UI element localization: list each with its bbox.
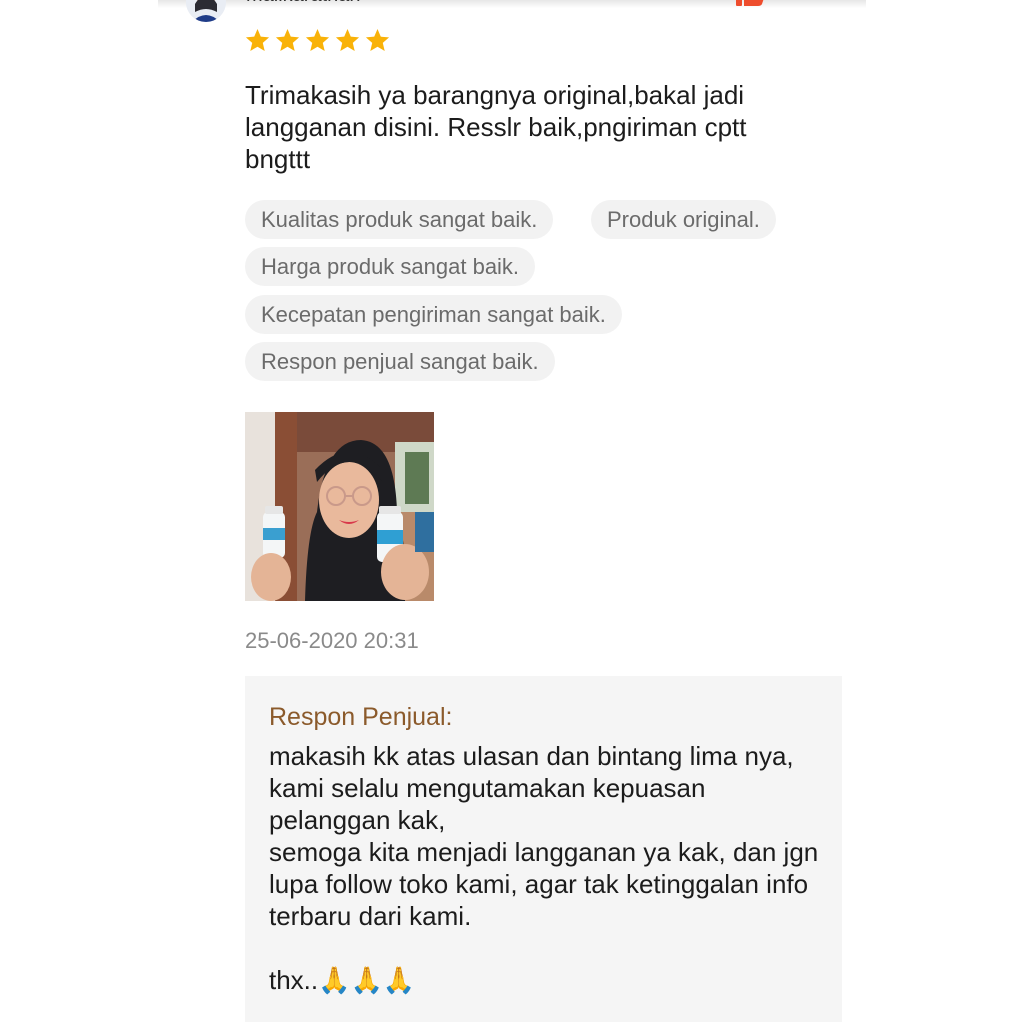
star-icon (245, 29, 270, 51)
avatar[interactable] (186, 0, 226, 22)
review-tag: Kualitas produk sangat baik. (245, 200, 554, 239)
reviewer-username[interactable]: malikarathan (246, 0, 361, 7)
review-page: malikarathan Trimakasih ya barangnya ori… (0, 0, 1024, 1024)
star-icon (335, 29, 360, 51)
review-timestamp: 25-06-2020 20:31 (245, 628, 419, 653)
seller-response-text: makasih kk atas ulasan dan bintang lima … (269, 741, 819, 995)
review-photo[interactable] (245, 412, 434, 601)
star-icon (365, 29, 390, 51)
rating-stars (244, 27, 391, 54)
star-icon (305, 29, 330, 51)
seller-response-title: Respon Penjual: (269, 703, 453, 731)
review-tag: Produk original. (591, 200, 776, 239)
seller-response: Respon Penjual: makasih kk atas ulasan d… (245, 676, 842, 1022)
review-tag: Respon penjual sangat baik. (245, 342, 555, 381)
review-text: Trimakasih ya barangnya original,bakal j… (245, 80, 747, 174)
thumbs-up-icon[interactable] (736, 0, 766, 6)
review-tag: Kecepatan pengiriman sangat baik. (245, 295, 622, 334)
star-icon (275, 29, 300, 51)
review-tag: Harga produk sangat baik. (245, 247, 536, 286)
